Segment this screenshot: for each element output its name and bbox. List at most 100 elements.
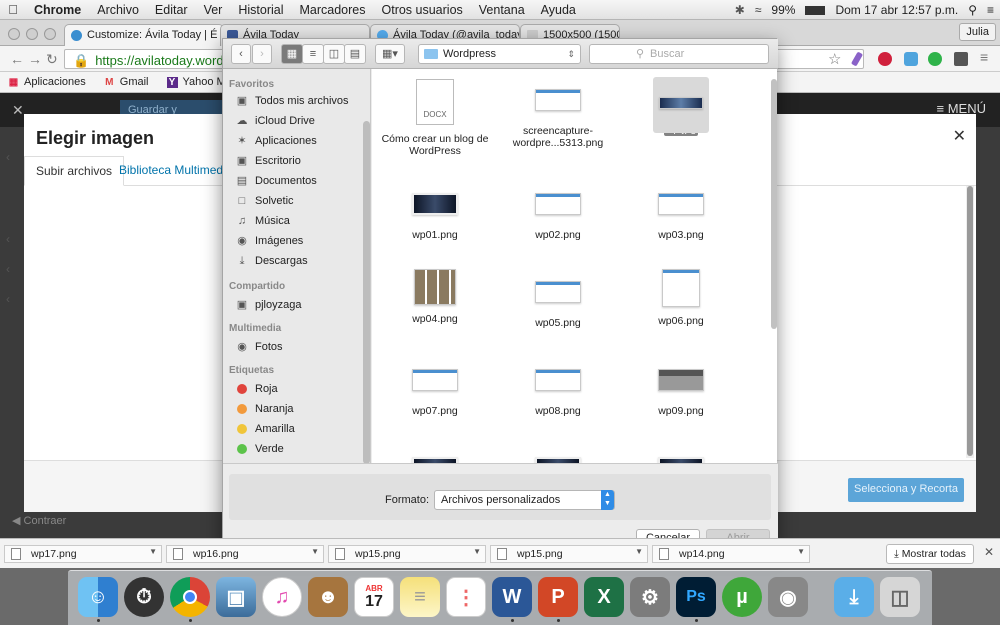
image-file-item[interactable]: screencapture-wordpre...5313.png xyxy=(497,77,619,149)
menu-ver[interactable]: Ver xyxy=(196,3,231,17)
pinterest-icon[interactable] xyxy=(878,52,892,66)
sidebar-item-solvetic[interactable]: □ Solvetic xyxy=(235,195,294,207)
menu-ayuda[interactable]: Ayuda xyxy=(533,3,584,17)
chrome-icon[interactable] xyxy=(170,577,210,617)
image-file-item[interactable]: wp07.png xyxy=(374,357,496,417)
sidebar-item-icloud-drive[interactable]: ☁ iCloud Drive xyxy=(235,115,315,127)
sidebar-item-roja[interactable]: Roja xyxy=(235,383,278,395)
download-item[interactable]: wp14.png ▼ xyxy=(652,545,810,563)
notes-icon[interactable]: ≡ xyxy=(400,577,440,617)
bookmark-gmail[interactable]: M Gmail xyxy=(104,76,148,88)
chevron-down-icon[interactable]: ▼ xyxy=(635,547,643,556)
forward-button[interactable]: › xyxy=(252,44,272,64)
preview-icon[interactable]: ▣ xyxy=(216,577,256,617)
powerpoint-icon[interactable]: P xyxy=(538,577,578,617)
download-item[interactable]: wp17.png ▼ xyxy=(4,545,162,563)
coverflow-view-button[interactable]: ▤ xyxy=(344,44,366,64)
sidebar-item-documentos[interactable]: ▤ Documentos xyxy=(235,175,317,187)
menu-otros-usuarios[interactable]: Otros usuarios xyxy=(374,3,471,17)
tab-customize[interactable]: Customize: Ávila Today | É xyxy=(64,24,224,46)
image-file-item[interactable]: wp09.png xyxy=(620,357,742,417)
menu-editar[interactable]: Editar xyxy=(147,3,196,17)
wifi-icon[interactable]: ≈ xyxy=(755,3,762,17)
download-item[interactable]: wp15.png ▼ xyxy=(328,545,486,563)
back-button[interactable]: ‹ xyxy=(231,44,251,64)
back-arrow-icon[interactable]: ← xyxy=(10,51,24,67)
system-preferences-icon[interactable]: ⚙ xyxy=(630,577,670,617)
modal-scrollbar[interactable] xyxy=(966,186,974,458)
list-view-button[interactable]: ≡ xyxy=(302,44,324,64)
notification-center-icon[interactable]: ≡ xyxy=(987,3,994,17)
menu-icon[interactable]: ≡ xyxy=(980,49,988,65)
image-file-item[interactable] xyxy=(620,445,742,463)
dashboard-icon[interactable]: ⏱ xyxy=(124,577,164,617)
battery-icon[interactable] xyxy=(805,5,826,15)
collapse-button[interactable]: ◀ Contraer xyxy=(12,514,66,527)
contacts-icon[interactable]: ☻ xyxy=(308,577,348,617)
document-file-item[interactable]: DOCX Cómo crear un blog de WordPress xyxy=(374,77,496,157)
word-icon[interactable]: W xyxy=(492,577,532,617)
image-file-item[interactable]: wp06.png xyxy=(620,269,742,327)
reminders-icon[interactable]: ⋮ xyxy=(446,577,486,617)
image-file-item[interactable]: wp08.png xyxy=(497,357,619,417)
screenshot-icon[interactable]: ◉ xyxy=(768,577,808,617)
close-icon[interactable]: ✕ xyxy=(953,126,966,146)
menu-historial[interactable]: Historial xyxy=(230,3,291,17)
calendar-icon[interactable]: ABR 17 xyxy=(354,577,394,617)
profile-button[interactable]: Julia xyxy=(959,23,996,41)
arrange-button[interactable]: ▦▾ xyxy=(375,44,405,64)
extension-icon[interactable] xyxy=(954,52,968,66)
excel-icon[interactable]: X xyxy=(584,577,624,617)
spotlight-icon[interactable]: ⚲ xyxy=(968,3,977,17)
chevron-down-icon[interactable]: ▼ xyxy=(473,547,481,556)
reload-icon[interactable]: ↻ xyxy=(46,51,58,68)
format-select[interactable]: Archivos personalizados ▲ ▼ xyxy=(434,490,615,510)
sidebar-item-amarilla[interactable]: Amarilla xyxy=(235,423,295,435)
minimize-window-button[interactable] xyxy=(26,28,38,40)
chevron-down-icon[interactable]: ▼ xyxy=(149,547,157,556)
apple-icon[interactable]:  xyxy=(0,2,26,17)
sidebar-item-pjloyzaga[interactable]: ▣ pjloyzaga xyxy=(235,299,302,311)
close-window-button[interactable] xyxy=(8,28,20,40)
bookmark-star-icon[interactable]: ☆ xyxy=(828,50,841,68)
bluetooth-icon[interactable]: ✱ xyxy=(735,3,745,17)
sidebar-item-fotos[interactable]: ◉ Fotos xyxy=(235,341,282,353)
zoom-window-button[interactable] xyxy=(44,28,56,40)
camera-extension-icon[interactable] xyxy=(904,52,918,66)
sidebar-item-descargas[interactable]: ⤓ Descargas xyxy=(235,255,308,267)
close-customizer-icon[interactable]: ✕ xyxy=(12,102,24,119)
finder-icon[interactable]: ☺ xyxy=(78,577,118,617)
forward-arrow-icon[interactable]: → xyxy=(28,51,42,67)
menu-clock[interactable]: Dom 17 abr 12:57 p.m. xyxy=(835,3,958,17)
image-file-item[interactable]: wp03.png xyxy=(620,181,742,241)
select-crop-button[interactable]: Selecciona y Recorta xyxy=(848,478,964,502)
icon-view-button[interactable]: ▦ xyxy=(281,44,303,64)
show-all-downloads-button[interactable]: ⤓ Mostrar todas xyxy=(886,544,974,564)
utorrent-icon[interactable]: µ xyxy=(722,577,762,617)
menu-app-name[interactable]: Chrome xyxy=(26,3,89,17)
bookmark-aplicaciones[interactable]: ▦ Aplicaciones xyxy=(8,76,86,88)
menu-marcadores[interactable]: Marcadores xyxy=(292,3,374,17)
sidebar-item-naranja[interactable]: Naranja xyxy=(235,403,294,415)
image-file-item[interactable]: wp04.png xyxy=(374,269,496,325)
photoshop-icon[interactable]: Ps xyxy=(676,577,716,617)
download-item[interactable]: wp16.png ▼ xyxy=(166,545,324,563)
chevron-down-icon[interactable]: ▼ xyxy=(311,547,319,556)
downloads-stack-icon[interactable]: ⤓ xyxy=(834,577,874,617)
trash-icon[interactable]: ◫ xyxy=(880,577,920,617)
location-popup[interactable]: Wordpress ⇕ xyxy=(418,44,581,64)
sidebar-item-todos-mis-archivos[interactable]: ▣ Todos mis archivos xyxy=(235,95,349,107)
itunes-icon[interactable]: ♫ xyxy=(262,577,302,617)
grammarly-icon[interactable] xyxy=(928,52,942,66)
sidebar-item-musica[interactable]: ♫ Música xyxy=(235,215,290,227)
file-grid-scrollbar[interactable] xyxy=(771,79,777,329)
sidebar-item-imagenes[interactable]: ◉ Imágenes xyxy=(235,235,303,247)
sidebar-scrollbar[interactable] xyxy=(363,121,370,463)
search-field[interactable]: ⚲ Buscar xyxy=(589,44,769,64)
image-file-item[interactable] xyxy=(497,445,619,463)
image-file-item[interactable]: wp.jpg xyxy=(620,77,742,136)
image-file-item[interactable]: wp05.png xyxy=(497,269,619,329)
column-view-button[interactable]: ◫ xyxy=(323,44,345,64)
image-file-item[interactable]: wp02.png xyxy=(497,181,619,241)
download-item[interactable]: wp15.png ▼ xyxy=(490,545,648,563)
